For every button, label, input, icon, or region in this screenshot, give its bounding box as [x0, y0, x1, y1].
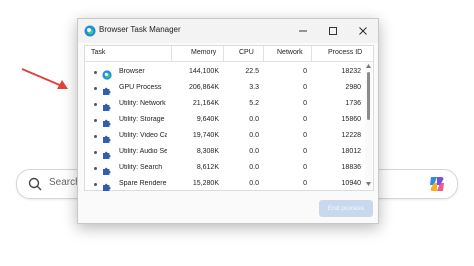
table-row[interactable]: Utility: Video Capture 19,740K 0.0 0 12228 — [85, 128, 363, 144]
cell-network: 0 — [303, 116, 307, 123]
search-placeholder: Search — [49, 177, 81, 188]
cell-cpu: 0.0 — [249, 132, 259, 139]
close-button[interactable] — [348, 19, 378, 43]
cell-network: 0 — [303, 180, 307, 187]
cell-cpu: 5.2 — [249, 100, 259, 107]
cell-process-id: 18232 — [341, 68, 361, 75]
window-title: Browser Task Manager — [99, 25, 181, 34]
cell-network: 0 — [303, 164, 307, 171]
column-divider[interactable] — [263, 46, 264, 61]
column-header-network[interactable]: Network — [277, 49, 303, 56]
puzzle-icon — [102, 131, 112, 143]
table-header: Task Memory CPU Network Process ID — [85, 46, 373, 62]
table-row[interactable]: GPU Process 206,864K 3.3 0 2980 — [85, 80, 363, 96]
vertical-scrollbar[interactable] — [365, 62, 372, 189]
cell-task: Utility: Video Capture — [119, 132, 167, 139]
cell-process-id: 18012 — [341, 148, 361, 155]
cell-process-id: 1736 — [345, 100, 361, 107]
column-header-cpu[interactable]: CPU — [239, 49, 254, 56]
minimize-icon — [299, 30, 307, 32]
maximize-icon — [329, 27, 337, 35]
cell-task: Utility: Network — [119, 100, 166, 107]
cell-process-id: 2980 — [345, 84, 361, 91]
cell-memory: 8,308K — [196, 148, 219, 155]
cell-network: 0 — [303, 100, 307, 107]
column-divider[interactable] — [223, 46, 224, 61]
cell-network: 0 — [303, 132, 307, 139]
row-bullet — [94, 135, 97, 138]
maximize-button[interactable] — [318, 19, 348, 43]
table-row[interactable]: Spare Renderer 15,280K 0.0 0 10940 — [85, 176, 363, 192]
cell-cpu: 3.3 — [249, 84, 259, 91]
cell-memory: 144,100K — [189, 68, 219, 75]
scroll-down-icon[interactable] — [366, 182, 371, 186]
row-bullet — [94, 103, 97, 106]
cell-network: 0 — [303, 148, 307, 155]
table-row[interactable]: Utility: Network 21,164K 5.2 0 1736 — [85, 96, 363, 112]
cell-task: GPU Process — [119, 84, 162, 91]
task-manager-window: Browser Task Manager Task Memory CPU Net… — [77, 18, 379, 224]
cell-cpu: 0.0 — [249, 180, 259, 187]
row-bullet — [94, 119, 97, 122]
cell-memory: 206,864K — [189, 84, 219, 91]
column-header-memory[interactable]: Memory — [191, 49, 216, 56]
table-row[interactable]: Utility: Search 8,612K 0.0 0 18836 — [85, 160, 363, 176]
table-row[interactable]: Browser 144,100K 22.5 0 18232 — [85, 64, 363, 80]
row-bullet — [94, 183, 97, 186]
edge-browser-icon — [102, 67, 112, 80]
column-divider[interactable] — [171, 46, 172, 61]
column-header-process-id[interactable]: Process ID — [328, 49, 362, 56]
cell-cpu: 0.0 — [249, 164, 259, 171]
puzzle-icon — [102, 179, 112, 191]
puzzle-icon — [102, 99, 112, 111]
cell-cpu: 0.0 — [249, 148, 259, 155]
close-icon — [359, 27, 367, 35]
column-divider[interactable] — [311, 46, 312, 61]
minimize-button[interactable] — [288, 19, 318, 43]
edge-logo-icon — [84, 25, 96, 37]
cell-memory: 15,280K — [192, 180, 219, 187]
puzzle-icon — [102, 163, 112, 175]
copilot-icon[interactable] — [427, 174, 447, 194]
cell-process-id: 12228 — [341, 132, 361, 139]
table-row[interactable]: Utility: Audio Service 8,308K 0.0 0 18012 — [85, 144, 363, 160]
table-row[interactable]: Utility: Storage 9,640K 0.0 0 15860 — [85, 112, 363, 128]
cell-task: Utility: Storage — [119, 116, 165, 123]
cell-memory: 9,640K — [196, 116, 219, 123]
row-bullet — [94, 167, 97, 170]
cell-network: 0 — [303, 68, 307, 75]
cell-process-id: 10940 — [341, 180, 361, 187]
process-table: Task Memory CPU Network Process ID Brows… — [84, 45, 374, 191]
cell-task: Utility: Search — [119, 164, 163, 171]
red-arrow-annotation — [21, 68, 68, 89]
puzzle-icon — [102, 147, 112, 159]
cell-cpu: 22.5 — [245, 68, 259, 75]
cell-network: 0 — [303, 84, 307, 91]
search-icon — [28, 177, 42, 191]
cell-memory: 8,612K — [196, 164, 219, 171]
cell-task: Spare Renderer — [119, 180, 167, 187]
end-process-button[interactable]: End process — [319, 200, 373, 217]
cell-cpu: 0.0 — [249, 116, 259, 123]
column-header-task[interactable]: Task — [91, 49, 105, 56]
cell-task: Browser — [119, 68, 145, 75]
cell-process-id: 18836 — [341, 164, 361, 171]
scroll-up-icon[interactable] — [366, 64, 371, 68]
row-bullet — [94, 151, 97, 154]
row-bullet — [94, 87, 97, 90]
cell-memory: 19,740K — [192, 132, 219, 139]
title-bar[interactable]: Browser Task Manager — [78, 19, 378, 43]
cell-task: Utility: Audio Service — [119, 148, 167, 155]
scrollbar-thumb[interactable] — [367, 72, 370, 120]
cell-process-id: 15860 — [341, 116, 361, 123]
row-bullet — [94, 71, 97, 74]
puzzle-icon — [102, 83, 112, 95]
puzzle-icon — [102, 115, 112, 127]
cell-memory: 21,164K — [192, 100, 219, 107]
